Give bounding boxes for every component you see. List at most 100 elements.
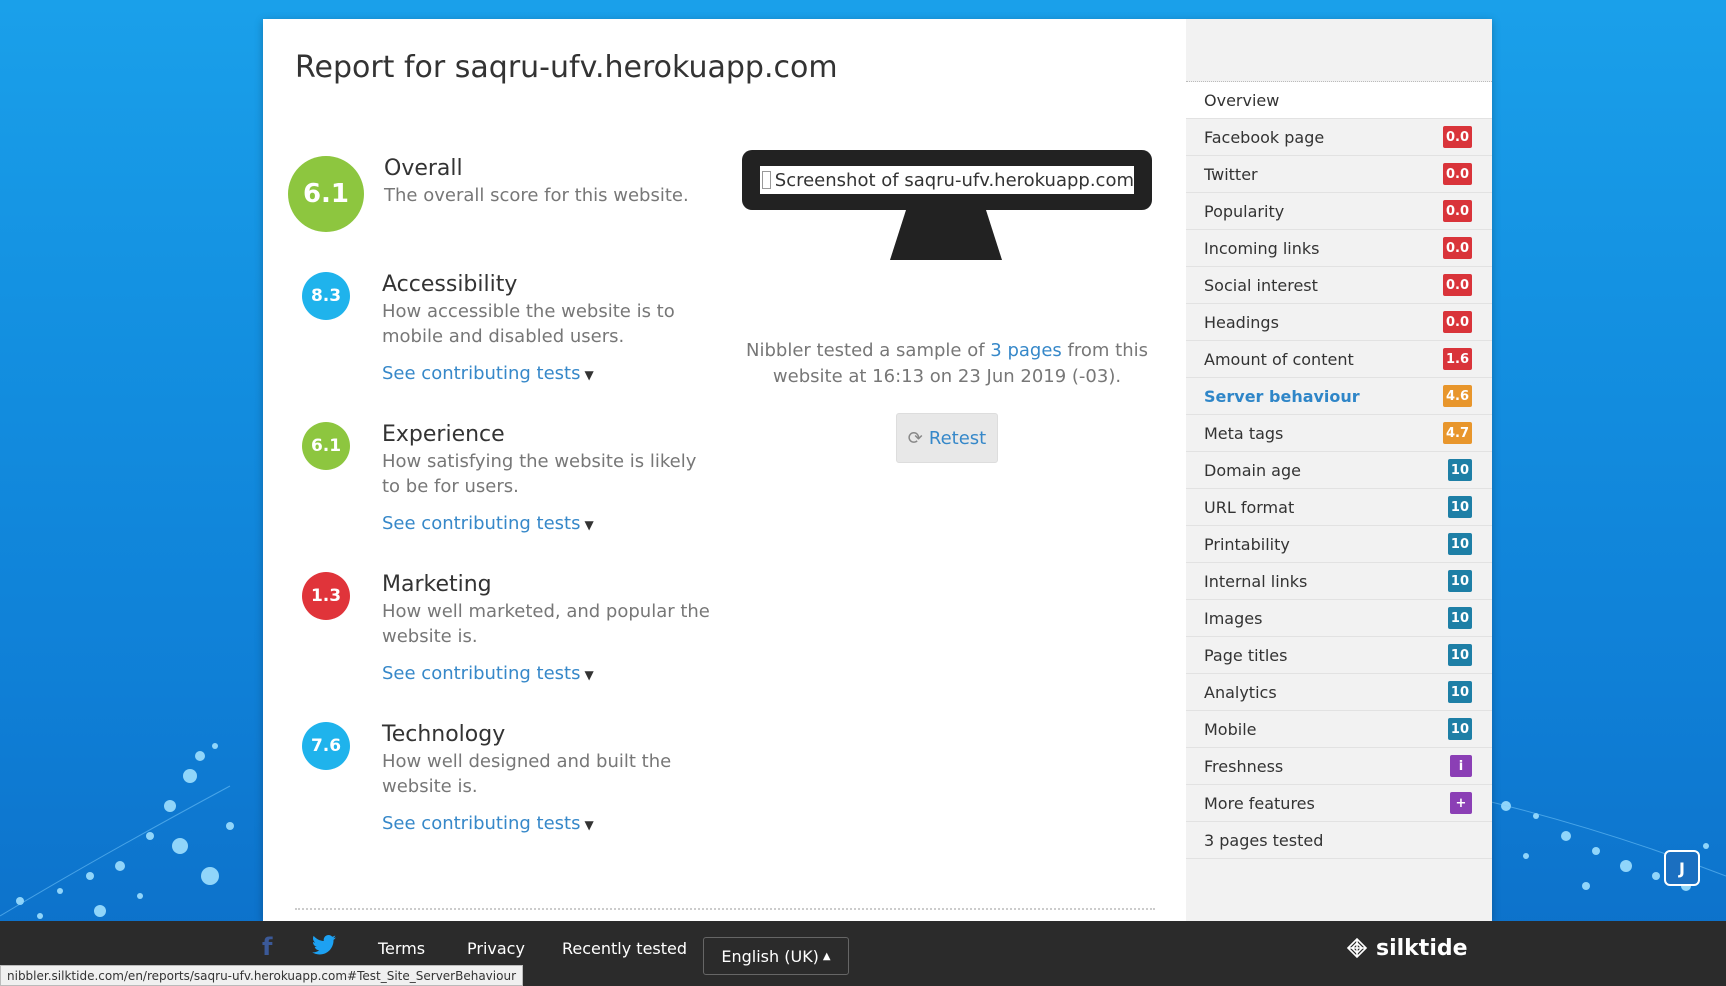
chat-widget-icon[interactable]: J — [1664, 850, 1700, 886]
score-overall: 6.1 Overall The overall score for this w… — [288, 156, 689, 232]
sidebar-item-label: Incoming links — [1204, 238, 1320, 258]
page-title: Report for saqru-ufv.herokuapp.com — [295, 50, 838, 85]
footer-privacy-link[interactable]: Privacy — [467, 939, 525, 958]
report-sidebar: Overview Facebook page 0.0 Twitter 0.0 Popula… — [1186, 19, 1492, 921]
sidebar-item-incoming-links[interactable]: Incoming links 0.0 — [1186, 230, 1492, 267]
sidebar-item-amount-of-content[interactable]: Amount of content 1.6 — [1186, 341, 1492, 378]
score-desc-overall: The overall score for this website. — [384, 185, 689, 206]
score-name-marketing: Marketing — [382, 572, 492, 597]
sidebar-item-facebook-page[interactable]: Facebook page 0.0 — [1186, 119, 1492, 156]
sidebar-item-social-interest[interactable]: Social interest 0.0 — [1186, 267, 1492, 304]
score-name-accessibility: Accessibility — [382, 272, 518, 297]
score-badge: 0.0 — [1442, 237, 1472, 259]
sidebar-item-label: Freshness — [1204, 756, 1284, 776]
see-contributing-tests-accessibility[interactable]: See contributing tests ▼ — [382, 363, 712, 384]
sidebar-item-label: Amount of content — [1204, 349, 1354, 369]
brand-name: silktide — [1376, 935, 1468, 961]
sidebar-item-printability[interactable]: Printability 10 — [1186, 526, 1492, 563]
screenshot-image: Screenshot of saqru-ufv.herokuapp.com — [760, 166, 1134, 194]
score-name-overall: Overall — [384, 156, 463, 181]
sidebar-item-overview[interactable]: Overview — [1186, 82, 1492, 119]
score-badge: 10 — [1447, 644, 1472, 666]
decorative-dots-right — [1466, 782, 1726, 891]
silktide-logo-icon — [1346, 937, 1368, 959]
sidebar-item-label: Overview — [1204, 90, 1280, 110]
score-badge: i — [1450, 755, 1472, 777]
sidebar-item-images[interactable]: Images 10 — [1186, 600, 1492, 637]
score-badge: 0.0 — [1442, 200, 1472, 222]
score-badge: 10 — [1447, 533, 1472, 555]
tested-pages-link[interactable]: 3 pages — [990, 340, 1062, 361]
see-tests-label: See contributing tests — [382, 663, 581, 684]
sidebar-item-label: Printability — [1204, 534, 1290, 554]
tested-prefix: Nibbler tested a sample of — [746, 340, 991, 361]
score-badge: 4.7 — [1442, 422, 1472, 444]
score-circle-experience: 6.1 — [302, 422, 350, 470]
sidebar-item-label: Analytics — [1204, 682, 1277, 702]
twitter-icon[interactable] — [312, 935, 336, 955]
sidebar-item-label: Server behaviour — [1204, 386, 1360, 406]
tested-summary: Nibbler tested a sample of 3 pages from … — [740, 338, 1154, 390]
sidebar-item-mobile[interactable]: Mobile 10 — [1186, 711, 1492, 748]
sidebar-item-page-titles[interactable]: Page titles 10 — [1186, 637, 1492, 674]
sidebar-item-freshness[interactable]: Freshness i — [1186, 748, 1492, 785]
sidebar-item-meta-tags[interactable]: Meta tags 4.7 — [1186, 415, 1492, 452]
sidebar-item-domain-age[interactable]: Domain age 10 — [1186, 452, 1492, 489]
footer-recently-tested-link[interactable]: Recently tested — [562, 939, 687, 958]
score-badge: 0.0 — [1442, 163, 1472, 185]
monitor-screen: Screenshot of saqru-ufv.herokuapp.com — [742, 150, 1152, 210]
sidebar-item-headings[interactable]: Headings 0.0 — [1186, 304, 1492, 341]
see-tests-label: See contributing tests — [382, 363, 581, 384]
score-badge: 10 — [1447, 607, 1472, 629]
score-name-technology: Technology — [382, 722, 506, 747]
language-label: English (UK) — [721, 946, 819, 966]
broken-image-icon — [762, 171, 771, 189]
score-desc-accessibility: How accessible the website is to mobile … — [382, 301, 675, 347]
language-selector[interactable]: English (UK) ▲ — [703, 937, 849, 975]
sidebar-item-popularity[interactable]: Popularity 0.0 — [1186, 193, 1492, 230]
sidebar-item-label: More features — [1204, 793, 1315, 813]
sidebar-item-twitter[interactable]: Twitter 0.0 — [1186, 156, 1492, 193]
score-desc-marketing: How well marketed, and popular the websi… — [382, 601, 710, 647]
score-badge: 0.0 — [1442, 274, 1472, 296]
sidebar-item-label: Popularity — [1204, 201, 1285, 221]
sidebar-item-label: Images — [1204, 608, 1263, 628]
score-circle-marketing: 1.3 — [302, 572, 350, 620]
caret-down-icon: ▼ — [584, 518, 594, 532]
score-circle-overall: 6.1 — [288, 156, 364, 232]
see-contributing-tests-technology[interactable]: See contributing tests ▼ — [382, 813, 712, 834]
screenshot-monitor: Screenshot of saqru-ufv.herokuapp.com — [742, 150, 1152, 260]
sidebar-item-more-features[interactable]: More features + — [1186, 785, 1492, 822]
sidebar-item-server-behaviour[interactable]: Server behaviour 4.6 — [1186, 378, 1492, 415]
score-badge: 10 — [1447, 718, 1472, 740]
score-badge: 10 — [1447, 459, 1472, 481]
sidebar-item-3-pages-tested[interactable]: 3 pages tested — [1186, 822, 1492, 859]
score-experience: 6.1 Experience How satisfying the websit… — [302, 422, 712, 534]
caret-up-icon: ▲ — [822, 950, 831, 962]
score-circle-accessibility: 8.3 — [302, 272, 350, 320]
sidebar-item-label: Headings — [1204, 312, 1279, 332]
sidebar-item-analytics[interactable]: Analytics 10 — [1186, 674, 1492, 711]
facebook-icon[interactable]: f — [262, 933, 276, 961]
monitor-stand — [890, 210, 1002, 260]
browser-status-bar: nibbler.silktide.com/en/reports/saqru-uf… — [0, 965, 523, 986]
footer-terms-link[interactable]: Terms — [378, 939, 425, 958]
sidebar-list: Overview Facebook page 0.0 Twitter 0.0 Popula… — [1186, 82, 1492, 859]
sidebar-item-label: URL format — [1204, 497, 1295, 517]
retest-button[interactable]: ⟳ Retest — [896, 413, 998, 463]
sidebar-item-label: Meta tags — [1204, 423, 1284, 443]
score-badge: 4.6 — [1442, 385, 1472, 407]
sidebar-item-internal-links[interactable]: Internal links 10 — [1186, 563, 1492, 600]
score-badge: 10 — [1447, 570, 1472, 592]
caret-down-icon: ▼ — [584, 368, 594, 382]
see-contributing-tests-marketing[interactable]: See contributing tests ▼ — [382, 663, 712, 684]
retest-label: Retest — [928, 427, 987, 449]
score-accessibility: 8.3 Accessibility How accessible the web… — [302, 272, 712, 384]
sidebar-item-label: Facebook page — [1204, 127, 1325, 147]
silktide-logo: silktide — [1344, 935, 1468, 961]
sidebar-item-url-format[interactable]: URL format 10 — [1186, 489, 1492, 526]
score-badge: + — [1450, 792, 1472, 814]
score-badge: 0.0 — [1442, 311, 1472, 333]
status-url: nibbler.silktide.com/en/reports/saqru-uf… — [7, 968, 516, 983]
see-contributing-tests-experience[interactable]: See contributing tests ▼ — [382, 513, 712, 534]
